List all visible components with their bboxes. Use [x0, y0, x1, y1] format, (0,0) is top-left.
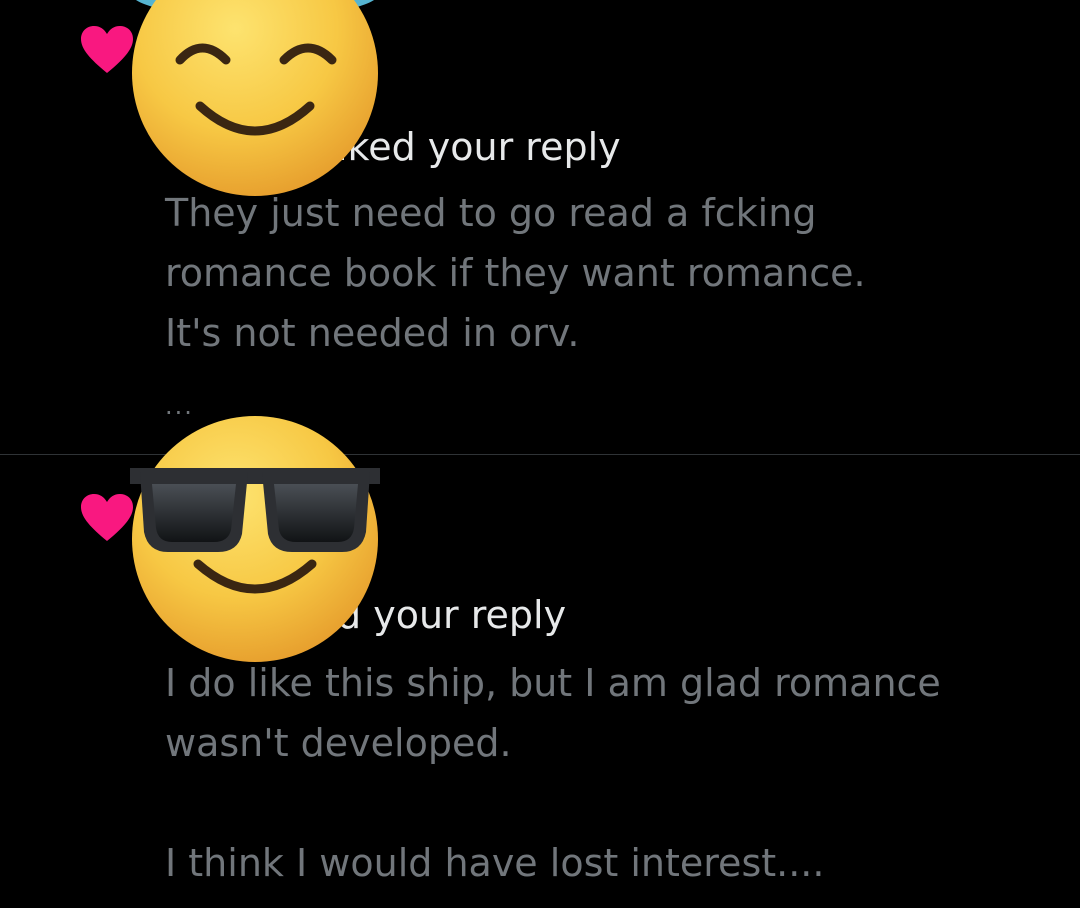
heart-icon — [81, 494, 133, 541]
reply-text[interactable]: They just need to go read a fcking roman… — [165, 183, 1045, 363]
like-notification[interactable]: iked your reply They just need to go rea… — [0, 0, 1080, 454]
reply-text[interactable]: I do like this ship, but I am glad roman… — [165, 653, 1045, 893]
smiling-face-with-sunglasses-icon — [130, 416, 380, 662]
like-notification[interactable]: d your reply I do like this ship, but I … — [0, 416, 1080, 908]
heart-icon — [81, 26, 133, 73]
smiling-face-with-halo-icon — [132, 0, 378, 196]
